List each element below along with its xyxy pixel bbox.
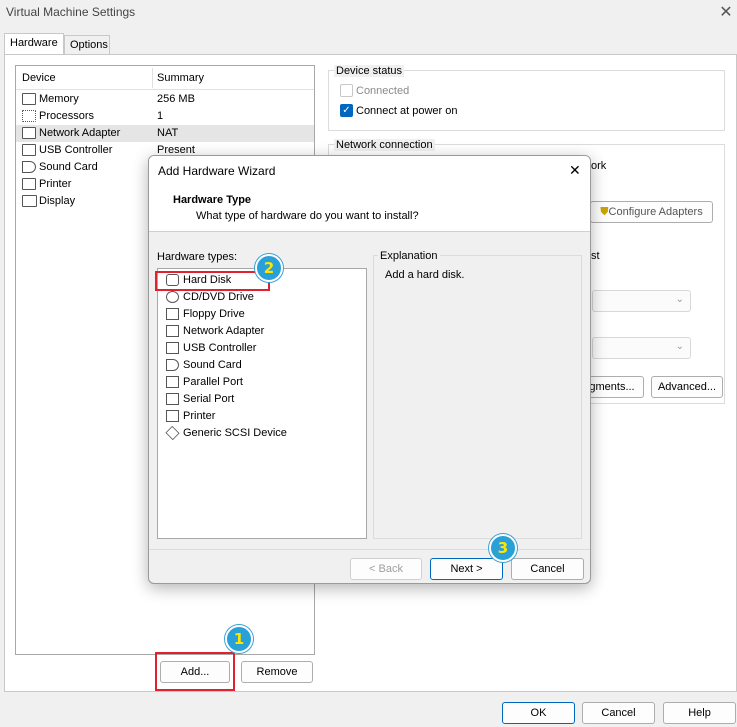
wizard-header-subtitle: What type of hardware do you want to ins… <box>196 210 419 222</box>
memory-icon <box>22 93 36 105</box>
device-name: Processors <box>39 110 95 122</box>
printer-icon <box>22 178 36 190</box>
step-badge-2: 2 <box>255 254 283 282</box>
hardware-types-list[interactable]: Hard Disk CD/DVD Drive Floppy Drive Netw… <box>157 268 367 539</box>
list-item-label: Serial Port <box>183 393 235 405</box>
list-item-label: Sound Card <box>183 359 242 371</box>
device-summary: NAT <box>157 127 179 139</box>
parallel-port-icon <box>166 376 179 388</box>
device-list-header: Device Summary <box>16 66 314 90</box>
serial-port-icon <box>166 393 179 405</box>
add-hardware-button[interactable]: Add... <box>160 661 230 683</box>
device-summary: 256 MB <box>157 93 195 105</box>
chevron-down-icon: ⌄ <box>675 294 684 305</box>
list-item-cd-dvd[interactable]: CD/DVD Drive <box>164 289 359 306</box>
list-item-label: CD/DVD Drive <box>183 291 254 303</box>
help-button[interactable]: Help <box>663 702 736 724</box>
network-icon <box>22 127 36 139</box>
floppy-icon <box>166 308 179 320</box>
advanced-button[interactable]: Advanced... <box>651 376 723 398</box>
printer-icon <box>166 410 179 422</box>
back-button[interactable]: < Back <box>350 558 422 580</box>
cancel-button[interactable]: Cancel <box>582 702 655 724</box>
device-row-processors[interactable]: Processors 1 <box>16 108 314 125</box>
network-dropdown-2[interactable]: ⌄ <box>592 337 691 359</box>
device-summary: 1 <box>157 110 164 122</box>
device-name: Display <box>39 195 76 207</box>
configure-adapters-label: Configure Adapters <box>608 206 703 218</box>
connect-at-power-on-label: Connect at power on <box>356 105 458 117</box>
device-name: Network Adapter <box>39 127 121 139</box>
list-item-label: Generic SCSI Device <box>183 427 287 439</box>
disc-icon <box>166 291 179 303</box>
remove-hardware-button[interactable]: Remove <box>241 661 313 683</box>
tab-options[interactable]: Options <box>64 35 110 55</box>
column-summary[interactable]: Summary <box>157 72 204 84</box>
step-badge-1: 1 <box>225 625 253 653</box>
display-icon <box>22 195 37 207</box>
configure-adapters-button[interactable]: ⛊Configure Adapters <box>590 201 713 223</box>
usb-icon <box>166 342 179 354</box>
shield-icon: ⛊ <box>600 206 609 218</box>
explanation-text: Add a hard disk. <box>385 269 465 281</box>
list-item-label: Floppy Drive <box>183 308 245 320</box>
network-connection-label: Network connection <box>334 139 435 151</box>
column-divider <box>152 68 153 88</box>
tab-label: Hardware <box>10 37 58 49</box>
title-bar: Virtual Machine Settings ✕ <box>0 0 737 26</box>
device-status-group <box>328 70 725 131</box>
step-badge-3: 3 <box>489 534 517 562</box>
device-row-memory[interactable]: Memory 256 MB <box>16 91 314 108</box>
chevron-down-icon: ⌄ <box>675 341 684 352</box>
connect-at-power-on-checkbox[interactable]: ✓ <box>340 104 353 117</box>
list-item-usb-controller[interactable]: USB Controller <box>164 340 359 357</box>
wizard-cancel-button[interactable]: Cancel <box>511 558 584 580</box>
network-option-text-2: st <box>591 250 600 262</box>
scsi-icon <box>165 425 180 441</box>
wizard-title: Add Hardware Wizard <box>158 164 276 178</box>
explanation-label: Explanation <box>378 250 440 262</box>
device-name: USB Controller <box>39 144 113 156</box>
device-name: Sound Card <box>39 161 98 173</box>
tab-label: Options <box>70 39 108 51</box>
sound-icon <box>22 161 36 173</box>
list-item-label: Printer <box>183 410 216 422</box>
list-item-label: Parallel Port <box>183 376 243 388</box>
next-button[interactable]: Next > <box>430 558 503 580</box>
list-item-generic-scsi[interactable]: Generic SCSI Device <box>164 425 359 442</box>
connected-label: Connected <box>356 85 410 97</box>
connected-checkbox[interactable] <box>340 84 353 97</box>
column-device[interactable]: Device <box>22 72 56 84</box>
window-title: Virtual Machine Settings <box>6 5 136 19</box>
network-option-text: ork <box>591 160 607 172</box>
list-item-label: Network Adapter <box>183 325 265 337</box>
list-item-printer[interactable]: Printer <box>164 408 359 425</box>
ok-button[interactable]: OK <box>502 702 575 724</box>
usb-icon <box>22 144 36 156</box>
list-item-serial-port[interactable]: Serial Port <box>164 391 359 408</box>
explanation-group <box>373 255 582 539</box>
wizard-header-title: Hardware Type <box>173 194 252 206</box>
device-name: Printer <box>39 178 72 190</box>
list-item-sound-card[interactable]: Sound Card <box>164 357 359 374</box>
add-hardware-wizard: Add Hardware Wizard ✕ Hardware Type What… <box>148 155 591 584</box>
processor-icon <box>22 110 36 122</box>
device-row-network-adapter[interactable]: Network Adapter NAT <box>16 125 314 142</box>
tab-hardware[interactable]: Hardware <box>4 33 64 55</box>
list-item-floppy[interactable]: Floppy Drive <box>164 306 359 323</box>
sound-icon <box>166 359 179 371</box>
device-name: Memory <box>39 93 79 105</box>
list-item-label: USB Controller <box>183 342 257 354</box>
network-icon <box>166 325 179 337</box>
wizard-header: Hardware Type What type of hardware do y… <box>149 186 590 232</box>
close-icon[interactable]: ✕ <box>569 162 581 179</box>
device-status-label: Device status <box>334 65 405 77</box>
close-icon[interactable]: ✕ <box>718 2 734 22</box>
hardware-types-label: Hardware types: <box>157 251 238 263</box>
list-item-network-adapter[interactable]: Network Adapter <box>164 323 359 340</box>
list-item-parallel-port[interactable]: Parallel Port <box>164 374 359 391</box>
hard-disk-highlight <box>155 271 270 291</box>
network-dropdown-1[interactable]: ⌄ <box>592 290 691 312</box>
wizard-title-bar: Add Hardware Wizard ✕ <box>149 156 590 186</box>
